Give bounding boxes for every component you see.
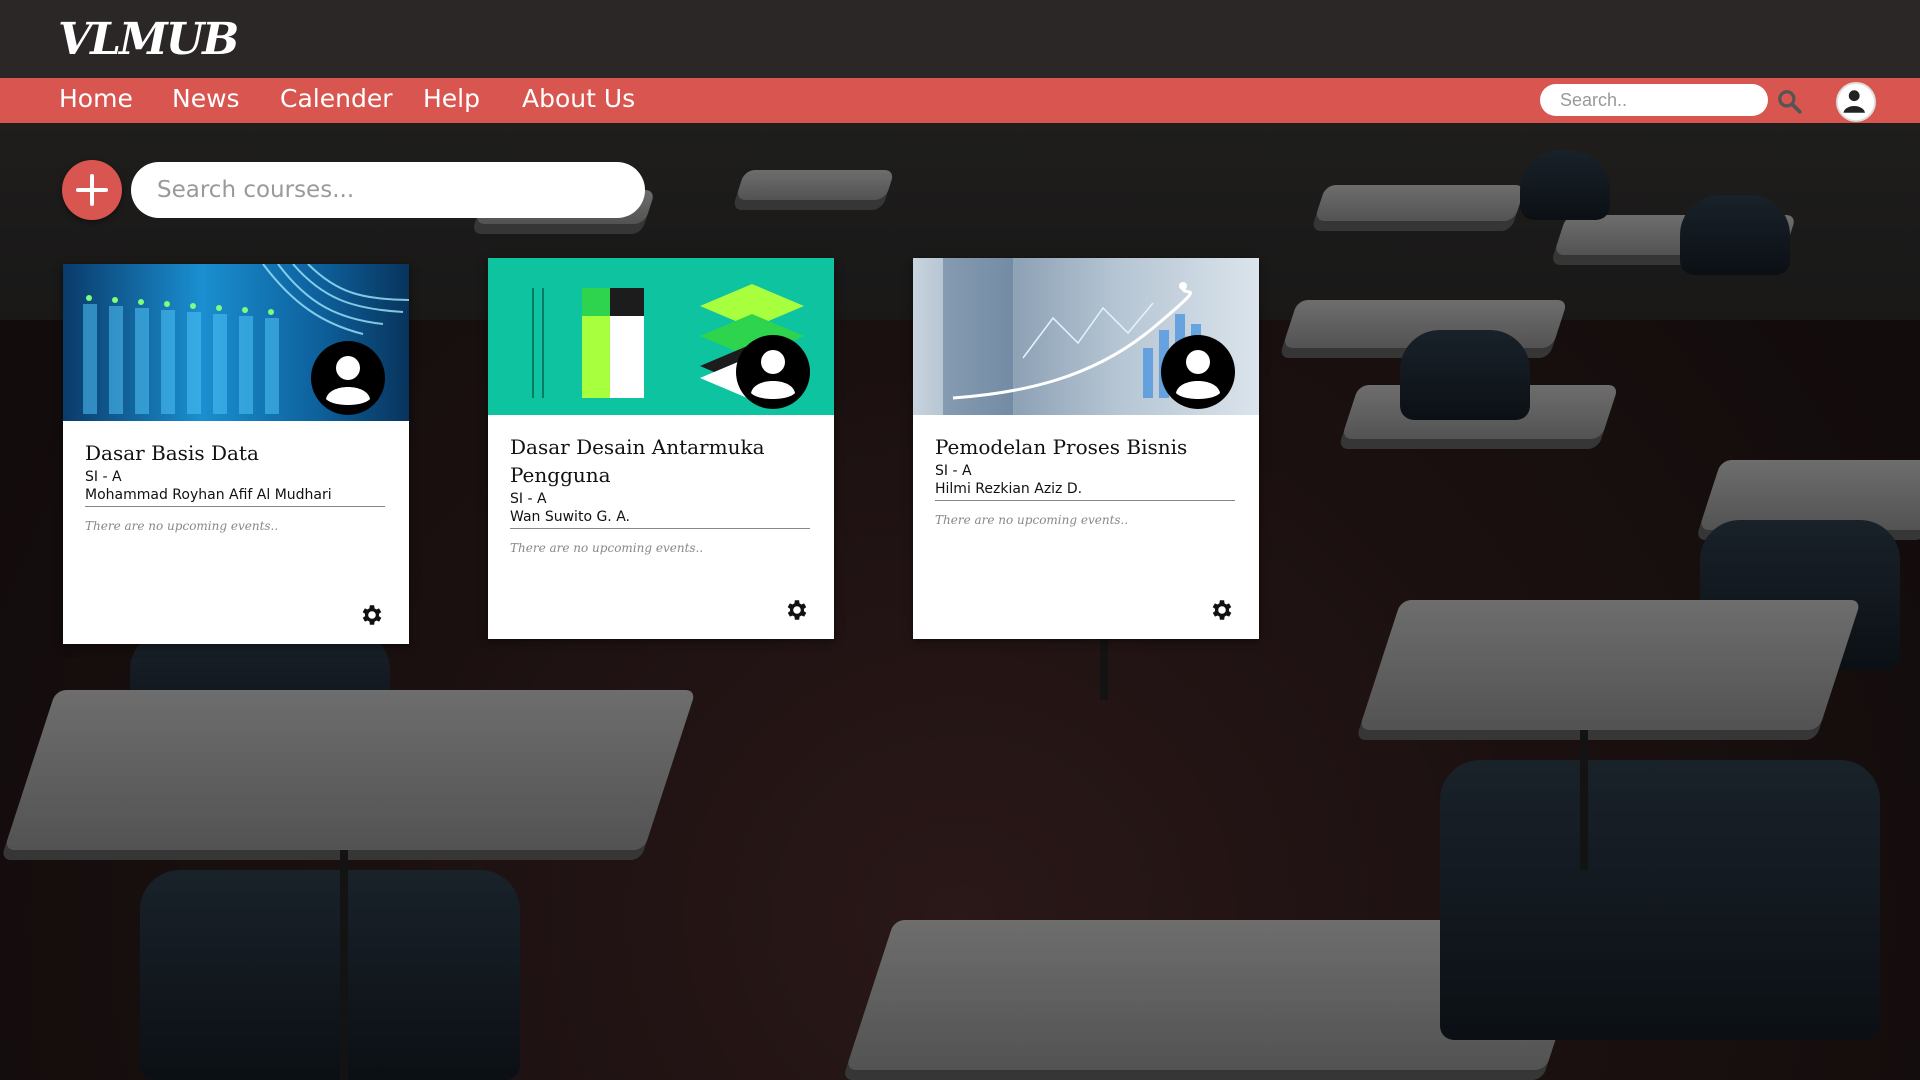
user-icon — [1838, 84, 1870, 116]
course-card-body: Pemodelan Proses Bisnis SI - A Hilmi Rez… — [913, 415, 1259, 527]
course-banner — [488, 258, 834, 415]
course-teacher: Hilmi Rezkian Aziz D. — [935, 481, 1235, 501]
user-icon — [751, 350, 795, 399]
course-class: SI - A — [935, 463, 972, 479]
teacher-avatar — [736, 335, 810, 409]
nav-home[interactable]: Home — [59, 84, 133, 113]
user-avatar[interactable] — [1836, 82, 1876, 122]
course-class: SI - A — [85, 469, 122, 485]
course-card[interactable]: Pemodelan Proses Bisnis SI - A Hilmi Rez… — [913, 258, 1259, 639]
app-logo[interactable]: VLMUB — [58, 14, 239, 65]
course-teacher: Mohammad Royhan Afif Al Mudhari — [85, 487, 385, 507]
course-events: There are no upcoming events.. — [510, 541, 704, 555]
nav-search-input[interactable] — [1540, 84, 1768, 116]
course-card-body: Dasar Basis Data SI - A Mohammad Royhan … — [63, 421, 409, 533]
course-events: There are no upcoming events.. — [935, 513, 1129, 527]
course-title[interactable]: Pemodelan Proses Bisnis — [935, 433, 1235, 461]
course-teacher: Wan Suwito G. A. — [510, 509, 810, 529]
course-card[interactable]: Dasar Desain Antarmuka Pengguna SI - A W… — [488, 258, 834, 639]
course-banner — [63, 264, 409, 421]
gear-icon[interactable] — [1209, 597, 1235, 623]
gear-icon[interactable] — [784, 597, 810, 623]
plus-icon — [76, 174, 108, 206]
search-icon[interactable] — [1776, 88, 1802, 114]
course-title[interactable]: Dasar Basis Data — [85, 439, 385, 467]
course-card[interactable]: Dasar Basis Data SI - A Mohammad Royhan … — [63, 264, 409, 644]
teacher-avatar — [1161, 335, 1235, 409]
course-events: There are no upcoming events.. — [85, 519, 279, 533]
user-icon — [326, 356, 370, 405]
top-bar: VLMUB — [0, 0, 1920, 78]
nav-news[interactable]: News — [172, 84, 240, 113]
course-card-body: Dasar Desain Antarmuka Pengguna SI - A W… — [488, 415, 834, 555]
course-banner — [913, 258, 1259, 415]
teacher-avatar — [311, 341, 385, 415]
add-course-button[interactable] — [62, 160, 122, 220]
gear-icon[interactable] — [359, 602, 385, 628]
course-title[interactable]: Dasar Desain Antarmuka Pengguna — [510, 433, 810, 489]
course-class: SI - A — [510, 491, 547, 507]
user-icon — [1176, 350, 1220, 399]
nav-calender[interactable]: Calender — [280, 84, 392, 113]
nav-help[interactable]: Help — [423, 84, 480, 113]
nav-about-us[interactable]: About Us — [522, 84, 635, 113]
course-search-input[interactable] — [131, 162, 645, 218]
